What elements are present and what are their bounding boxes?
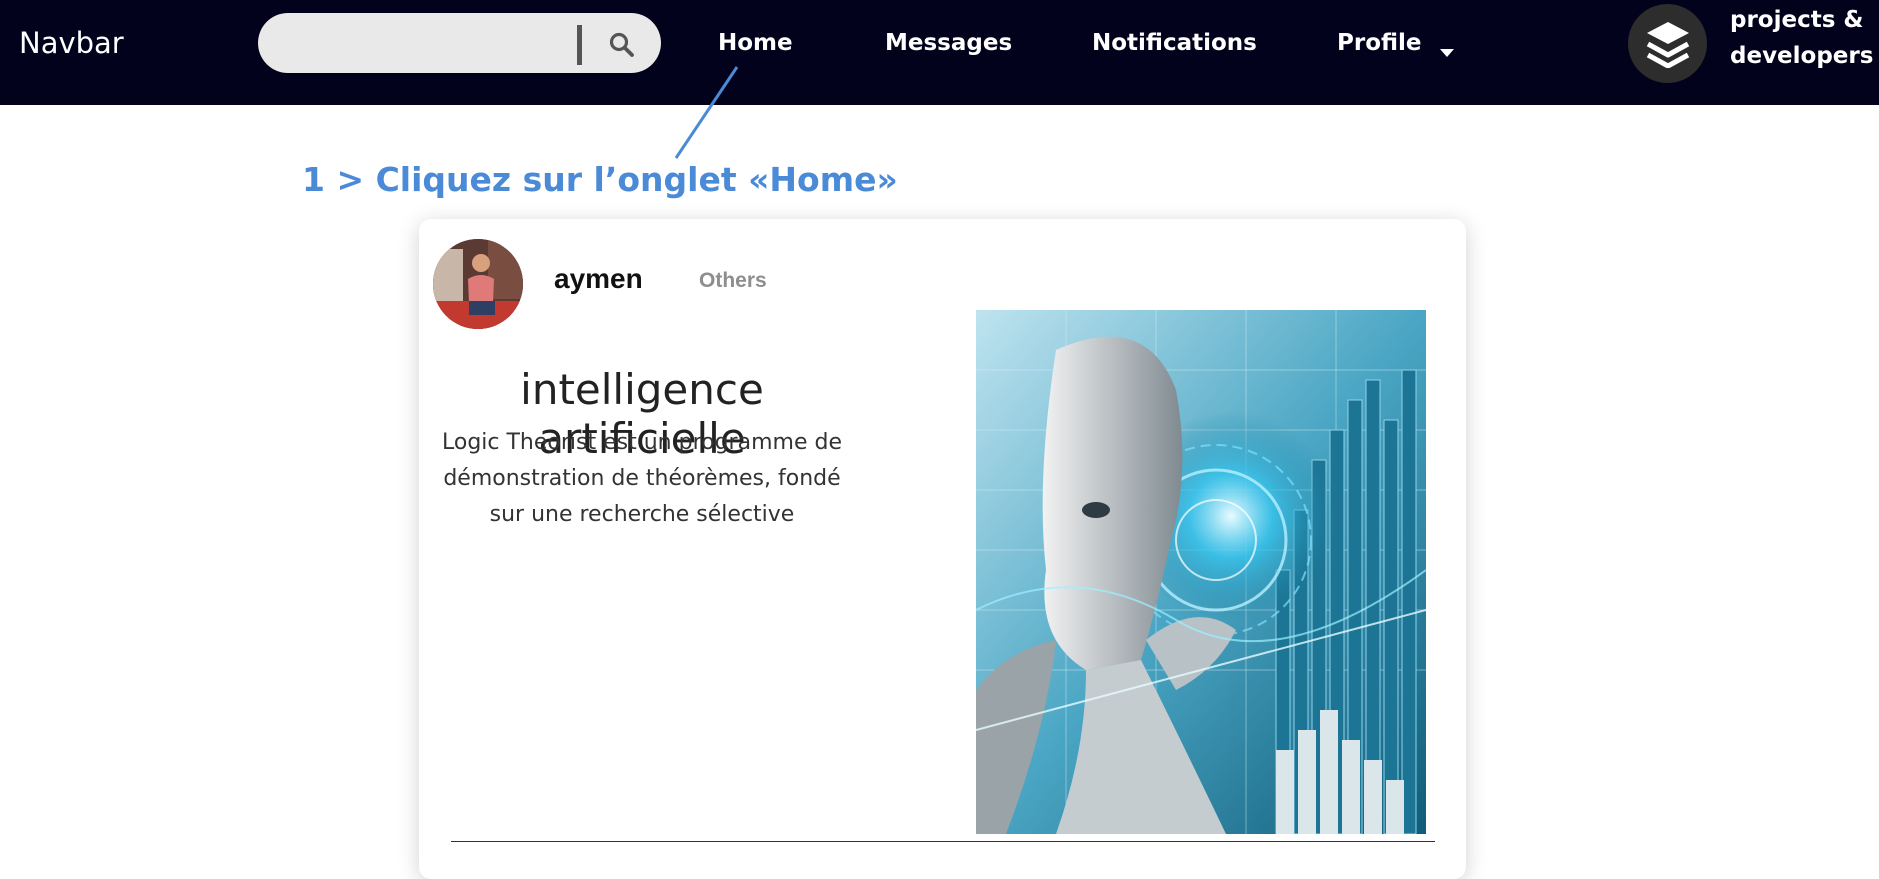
card-divider [451,841,1435,842]
post-author[interactable]: aymen [554,263,643,295]
navbar-brand[interactable]: Navbar [19,26,124,60]
nav-notifications[interactable]: Notifications [1092,30,1257,56]
post-card: aymen Others intelligence artificielle L… [419,219,1466,879]
search-divider [577,25,582,65]
avatar-photo [433,239,523,329]
logo-text-line-2: developers [1730,43,1874,69]
post-image [976,310,1426,834]
search-input[interactable] [278,25,562,63]
search-icon[interactable] [608,31,636,59]
logo-text-line-1: projects & [1730,7,1864,33]
logo-badge[interactable] [1628,4,1707,83]
avatar[interactable] [433,239,523,329]
navbar: Navbar Home Messages Notifications Profi… [0,0,1879,105]
layers-icon [1646,22,1690,68]
logo-text: projects & developers [1730,2,1878,74]
caret-down-icon[interactable] [1439,48,1455,58]
nav-home[interactable]: Home [718,30,793,56]
post-category: Others [699,269,767,292]
nav-profile[interactable]: Profile [1337,30,1422,56]
nav-messages[interactable]: Messages [885,30,1012,56]
search-bar[interactable] [258,13,661,73]
post-description: Logic Theorist est un programme de démon… [442,430,842,527]
annotation-callout: 1 > Cliquez sur l’onglet «Home» [302,160,898,199]
